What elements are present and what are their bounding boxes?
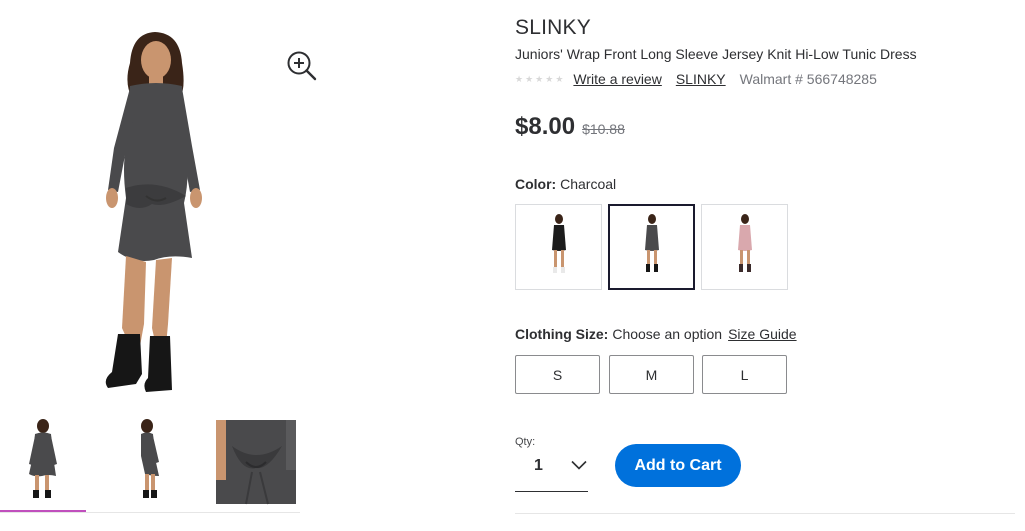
star-icon: ★ bbox=[525, 73, 534, 84]
star-icon: ★ bbox=[515, 73, 524, 84]
write-review-link[interactable]: Write a review bbox=[573, 71, 661, 87]
size-option-l[interactable]: L bbox=[702, 355, 787, 394]
price-row: $8.00 $10.88 bbox=[515, 113, 625, 141]
main-product-image[interactable] bbox=[60, 28, 250, 408]
thumbnail-side[interactable] bbox=[105, 416, 191, 512]
size-prompt: Choose an option bbox=[612, 326, 723, 342]
size-option-s[interactable]: S bbox=[515, 355, 600, 394]
color-swatch-charcoal[interactable] bbox=[608, 204, 695, 290]
product-info-panel: SLINKY Juniors' Wrap Front Long Sleeve J… bbox=[515, 0, 1015, 531]
color-swatch-black[interactable] bbox=[515, 204, 602, 290]
thumbnail-strip bbox=[0, 416, 300, 516]
star-icon: ★ bbox=[535, 73, 544, 84]
zoom-in-icon bbox=[287, 51, 317, 81]
star-icon: ★ bbox=[555, 73, 564, 84]
product-brand: SLINKY bbox=[515, 16, 591, 39]
thumbnail-detail-image bbox=[216, 420, 296, 505]
add-to-cart-button[interactable]: Add to Cart bbox=[615, 444, 741, 487]
thumbnail-detail[interactable] bbox=[212, 416, 298, 512]
size-option-m[interactable]: M bbox=[609, 355, 694, 394]
quantity-underline bbox=[515, 491, 588, 492]
walmart-item-number: Walmart # 566748285 bbox=[739, 71, 877, 87]
thumbnail-divider bbox=[0, 512, 300, 513]
quantity-selector[interactable]: Qty: 1 bbox=[515, 436, 588, 492]
quantity-value: 1 bbox=[534, 457, 543, 474]
star-icon: ★ bbox=[545, 73, 554, 84]
swatch-black-image bbox=[551, 214, 566, 273]
chevron-down-icon bbox=[571, 460, 587, 470]
color-variant-label: Color: Charcoal bbox=[515, 176, 616, 192]
size-label: Clothing Size: bbox=[515, 326, 609, 342]
product-title: Juniors' Wrap Front Long Sleeve Jersey K… bbox=[515, 46, 917, 62]
was-price: $10.88 bbox=[582, 121, 625, 137]
product-meta-row: ★ ★ ★ ★ ★ Write a review SLINKY Walmart … bbox=[515, 70, 877, 88]
swatch-charcoal-image bbox=[644, 214, 659, 272]
swatch-pink-image bbox=[737, 214, 752, 272]
dress-photo bbox=[105, 32, 202, 392]
color-label: Color: bbox=[515, 176, 557, 192]
zoom-button[interactable] bbox=[284, 48, 320, 84]
thumbnail-side-image bbox=[141, 419, 159, 498]
color-swatch-pink[interactable] bbox=[701, 204, 788, 290]
brand-link[interactable]: SLINKY bbox=[676, 71, 726, 87]
thumbnail-front[interactable] bbox=[0, 416, 86, 513]
color-selected-value: Charcoal bbox=[560, 176, 617, 192]
size-variant-label: Clothing Size: Choose an option Size Gui… bbox=[515, 326, 797, 342]
thumbnail-front-image bbox=[29, 419, 57, 498]
quantity-label: Qty: bbox=[515, 436, 536, 448]
section-divider bbox=[515, 513, 1015, 514]
rating-stars: ★ ★ ★ ★ ★ bbox=[515, 73, 564, 84]
size-guide-link[interactable]: Size Guide bbox=[728, 326, 796, 342]
current-price: $8.00 bbox=[515, 113, 576, 140]
